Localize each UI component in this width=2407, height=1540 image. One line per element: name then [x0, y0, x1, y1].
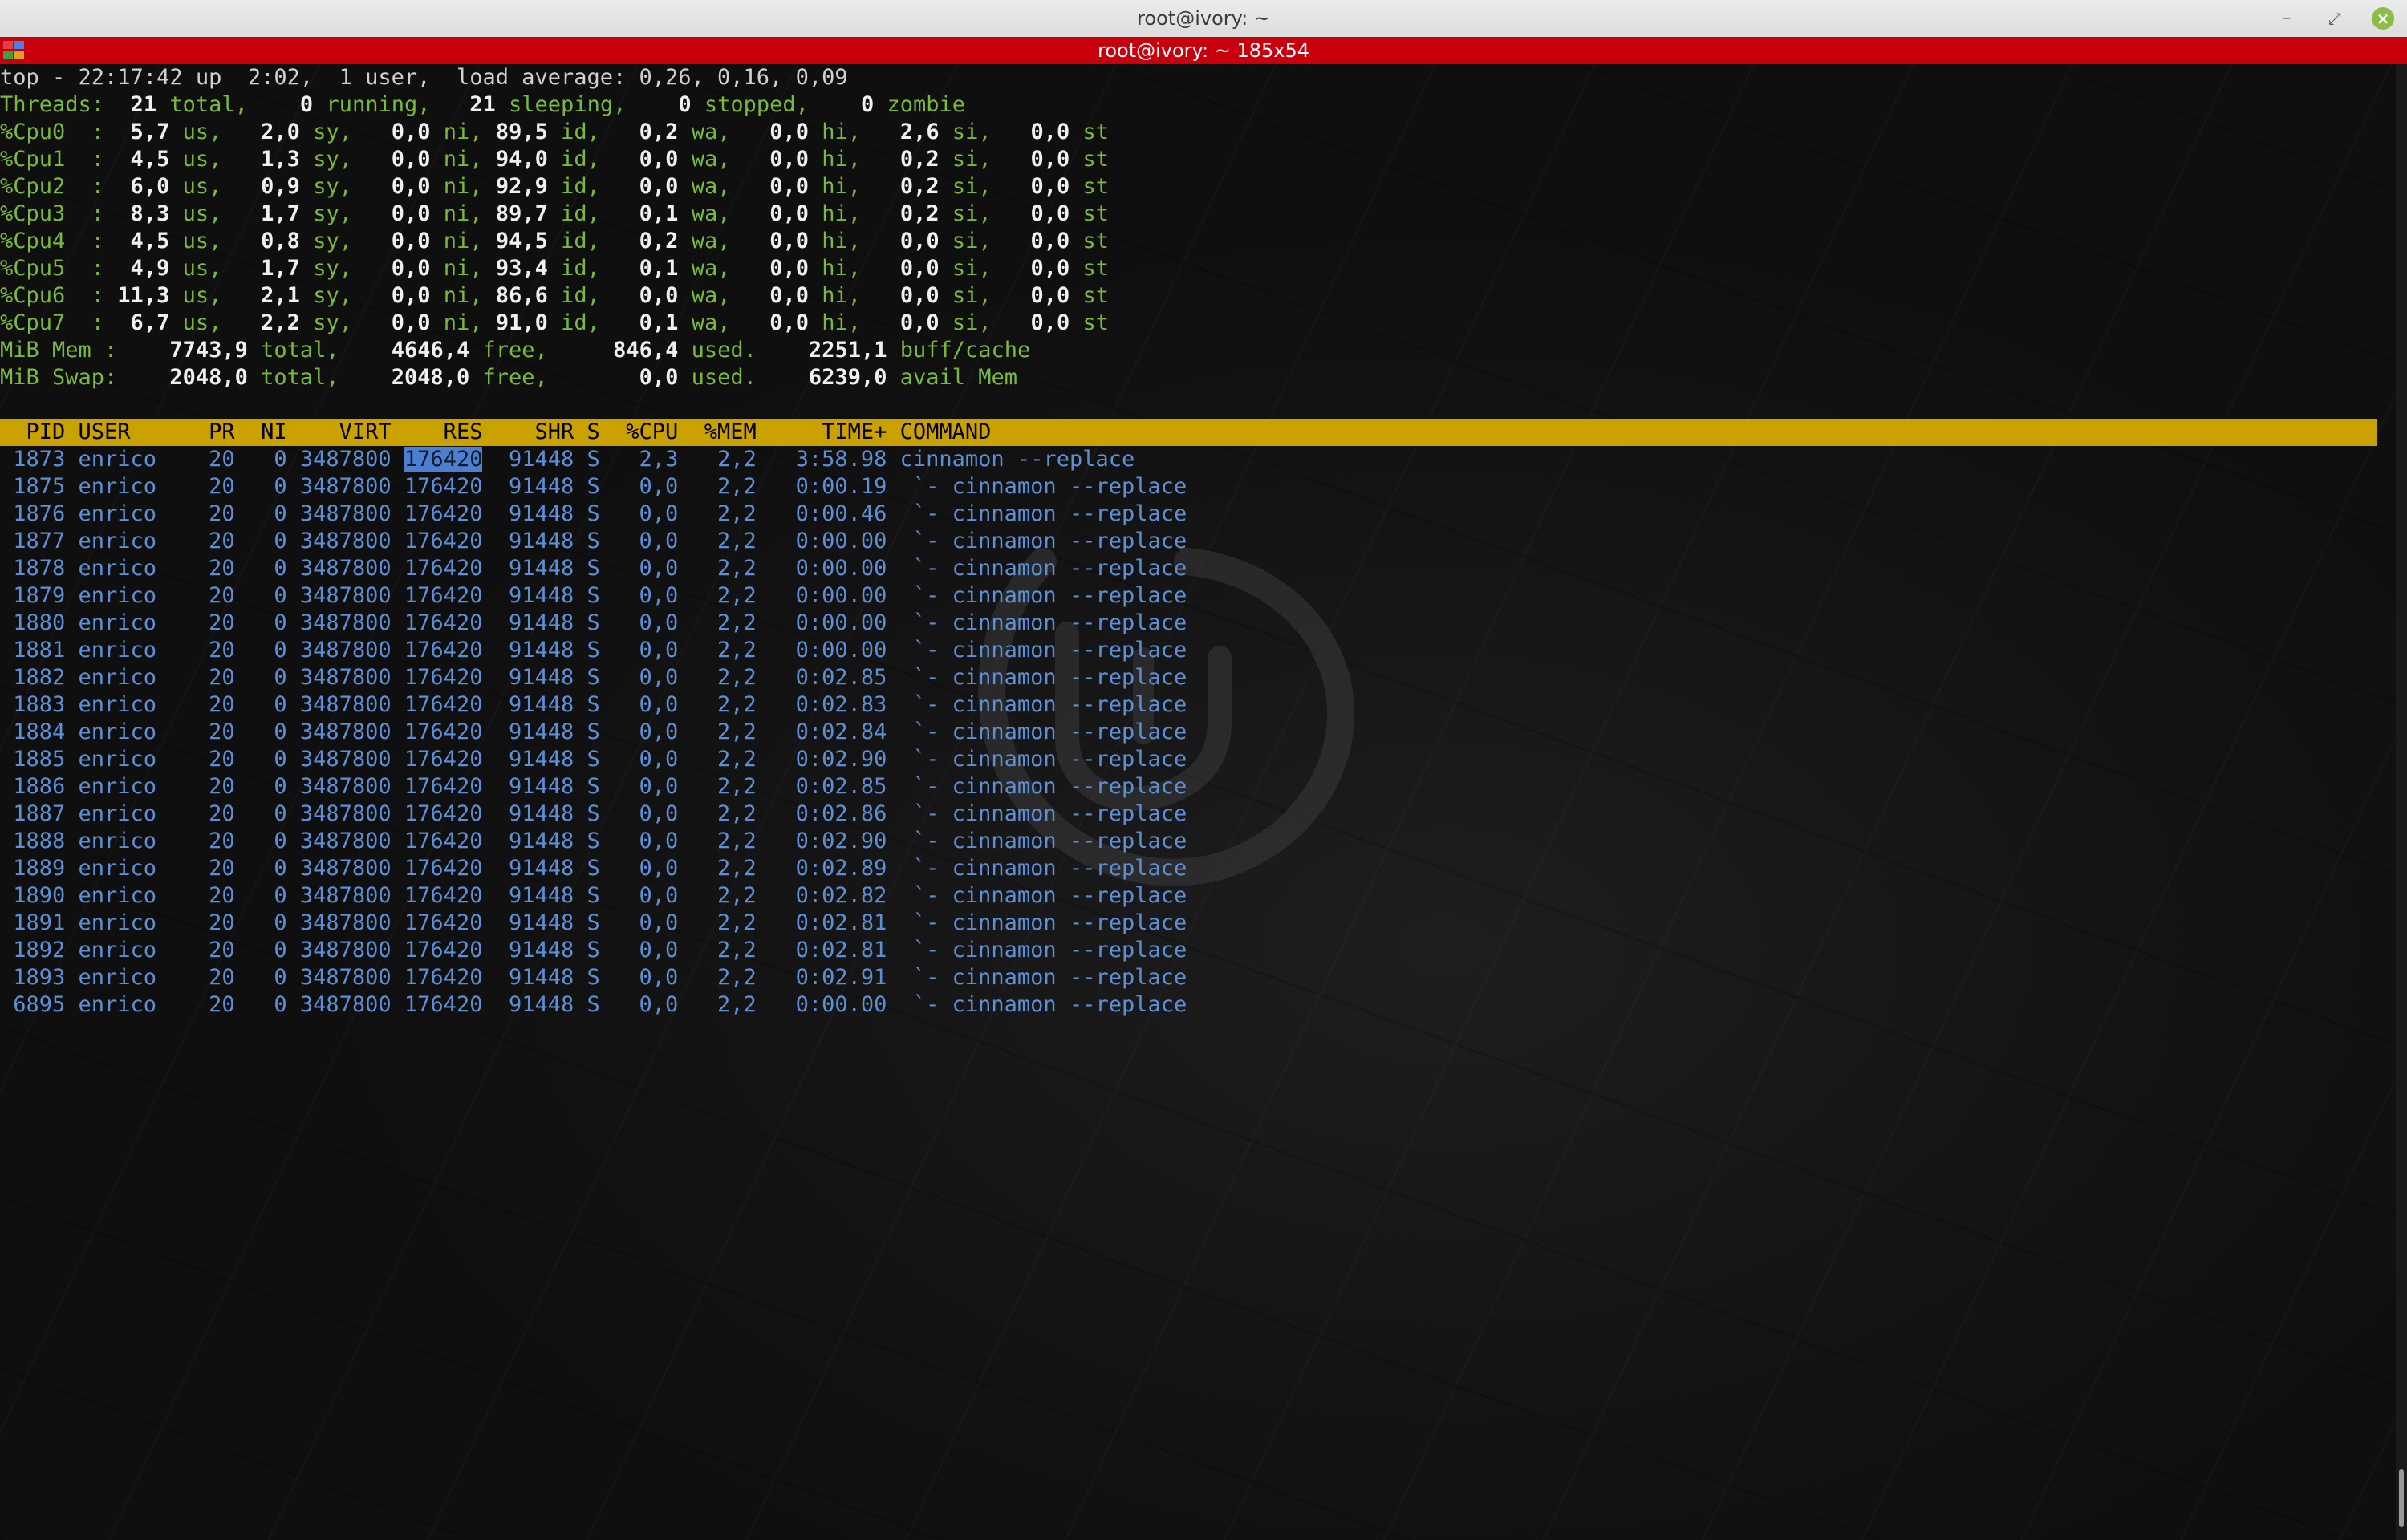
- process-row[interactable]: 1884 enrico 20 0 3487800 176420 91448 S …: [0, 719, 2396, 746]
- process-row[interactable]: 1890 enrico 20 0 3487800 176420 91448 S …: [0, 882, 2396, 910]
- close-button[interactable]: ×: [2372, 7, 2394, 30]
- cpu-line: %Cpu4 : 4,5 us, 0,8 sy, 0,0 ni, 94,5 id,…: [0, 229, 1109, 253]
- cpu-line: %Cpu5 : 4,9 us, 1,7 sy, 0,0 ni, 93,4 id,…: [0, 256, 1109, 281]
- process-row[interactable]: 1892 enrico 20 0 3487800 176420 91448 S …: [0, 937, 2396, 964]
- process-row[interactable]: 1885 enrico 20 0 3487800 176420 91448 S …: [0, 746, 2396, 773]
- top-output: top - 22:17:42 up 2:02, 1 user, load ave…: [0, 64, 2396, 1540]
- scrollbar-thumb[interactable]: [2399, 1469, 2404, 1527]
- swap-line: MiB Swap: 2048,0 total, 2048,0 free, 0,0…: [0, 365, 1018, 390]
- process-row[interactable]: 6895 enrico 20 0 3487800 176420 91448 S …: [0, 991, 2396, 1019]
- terminal-header: root@ivory: ~ 185x54: [0, 37, 2407, 64]
- process-table-header: PID USER PR NI VIRT RES SHR S %CPU %MEM …: [0, 419, 2377, 446]
- cpu-line: %Cpu2 : 6,0 us, 0,9 sy, 0,0 ni, 92,9 id,…: [0, 174, 1109, 199]
- process-row[interactable]: 1893 enrico 20 0 3487800 176420 91448 S …: [0, 964, 2396, 991]
- process-row[interactable]: 1877 enrico 20 0 3487800 176420 91448 S …: [0, 528, 2396, 555]
- terminal-view[interactable]: top - 22:17:42 up 2:02, 1 user, load ave…: [0, 64, 2396, 1540]
- process-row[interactable]: 1880 enrico 20 0 3487800 176420 91448 S …: [0, 610, 2396, 637]
- process-row[interactable]: 1888 enrico 20 0 3487800 176420 91448 S …: [0, 828, 2396, 855]
- process-row[interactable]: 1879 enrico 20 0 3487800 176420 91448 S …: [0, 582, 2396, 610]
- maximize-button[interactable]: ⤢: [2324, 7, 2346, 30]
- cpu-line: %Cpu6 : 11,3 us, 2,1 sy, 0,0 ni, 86,6 id…: [0, 283, 1109, 308]
- process-row[interactable]: 1876 enrico 20 0 3487800 176420 91448 S …: [0, 500, 2396, 528]
- scrollbar[interactable]: [2396, 64, 2407, 1540]
- process-row[interactable]: 1881 enrico 20 0 3487800 176420 91448 S …: [0, 637, 2396, 664]
- process-row[interactable]: 1889 enrico 20 0 3487800 176420 91448 S …: [0, 855, 2396, 882]
- process-row[interactable]: 1878 enrico 20 0 3487800 176420 91448 S …: [0, 555, 2396, 582]
- cpu-line: %Cpu0 : 5,7 us, 2,0 sy, 0,0 ni, 89,5 id,…: [0, 120, 1109, 144]
- mem-line: MiB Mem : 7743,9 total, 4646,4 free, 846…: [0, 338, 1031, 363]
- process-row[interactable]: 1875 enrico 20 0 3487800 176420 91448 S …: [0, 473, 2396, 500]
- terminal-title: root@ivory: ~ 185x54: [1098, 39, 1309, 62]
- window-titlebar: root@ivory: ~ – ⤢ ×: [0, 0, 2407, 38]
- process-row[interactable]: 1882 enrico 20 0 3487800 176420 91448 S …: [0, 664, 2396, 691]
- threads-line: Threads: 21 total, 0 running, 21 sleepin…: [0, 92, 966, 117]
- window-title: root@ivory: ~: [1137, 7, 1270, 30]
- cpu-line: %Cpu1 : 4,5 us, 1,3 sy, 0,0 ni, 94,0 id,…: [0, 147, 1109, 172]
- process-row[interactable]: 1873 enrico 20 0 3487800 176420 91448 S …: [0, 446, 2396, 473]
- cpu-line: %Cpu3 : 8,3 us, 1,7 sy, 0,0 ni, 89,7 id,…: [0, 201, 1109, 226]
- cpu-line: %Cpu7 : 6,7 us, 2,2 sy, 0,0 ni, 91,0 id,…: [0, 310, 1109, 335]
- process-row[interactable]: 1886 enrico 20 0 3487800 176420 91448 S …: [0, 773, 2396, 800]
- uptime-line: top - 22:17:42 up 2:02, 1 user, load ave…: [0, 65, 848, 90]
- process-row[interactable]: 1887 enrico 20 0 3487800 176420 91448 S …: [0, 800, 2396, 828]
- minimize-button[interactable]: –: [2275, 7, 2298, 30]
- process-row[interactable]: 1883 enrico 20 0 3487800 176420 91448 S …: [0, 691, 2396, 719]
- process-row[interactable]: 1891 enrico 20 0 3487800 176420 91448 S …: [0, 910, 2396, 937]
